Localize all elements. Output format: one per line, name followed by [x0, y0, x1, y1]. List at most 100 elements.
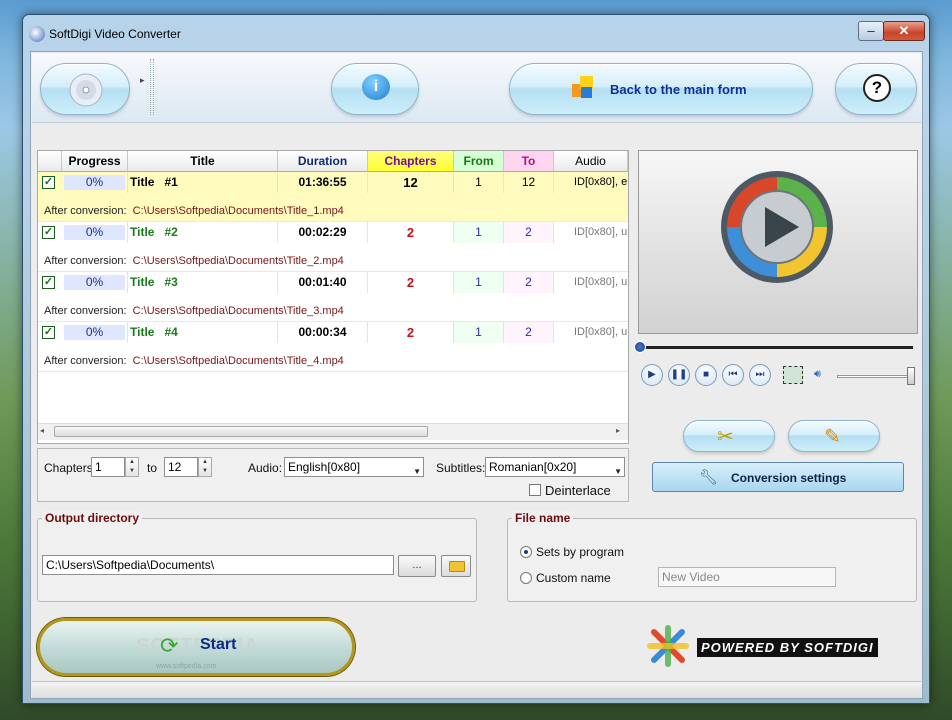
open-folder-button[interactable]	[441, 555, 471, 577]
output-directory-title: Output directory	[42, 511, 143, 525]
table-row[interactable]: ✓ 0% Title #3 00:01:40 2 1 2 ID[0x80], u…	[38, 272, 628, 322]
table-row[interactable]: ✓ 0% Title #4 00:00:34 2 1 2 ID[0x80], u…	[38, 322, 628, 372]
custom-name-input[interactable]: New Video	[658, 567, 836, 587]
row-checkbox[interactable]: ✓	[42, 276, 55, 289]
header-audio[interactable]: Audio	[554, 151, 628, 172]
row-checkbox[interactable]: ✓	[42, 226, 55, 239]
pause-icon[interactable]: ❚❚	[668, 364, 690, 386]
back-to-main-button[interactable]: Back to the main form	[509, 63, 813, 115]
watermark-url: www.softpedia.com	[156, 663, 217, 670]
row-progress: 0%	[62, 272, 128, 293]
row-duration: 00:00:34	[278, 322, 368, 343]
scroll-thumb[interactable]	[54, 426, 428, 437]
row-output-path: After conversion: C:\Users\Softpedia\Doc…	[44, 255, 344, 267]
audio-select[interactable]: English[0x80] ▼	[284, 457, 424, 477]
folder-icon	[449, 561, 465, 572]
start-label: Start	[200, 636, 237, 653]
seek-handle[interactable]	[634, 341, 646, 353]
watermark-text: SOFTPEDIA	[136, 635, 260, 657]
chapter-to-input[interactable]: 12	[164, 457, 198, 477]
volume-icon[interactable]: 🔊︎	[814, 368, 821, 381]
header-progress[interactable]: Progress	[62, 151, 128, 172]
scroll-left-icon[interactable]: ◂	[40, 426, 44, 435]
radio-custom-name[interactable]	[520, 572, 532, 584]
close-button[interactable]: ✕	[883, 21, 925, 41]
row-title: Title #3	[128, 272, 278, 293]
status-bar	[32, 681, 921, 698]
row-to[interactable]: 2	[504, 222, 554, 243]
dropdown-arrow-icon[interactable]: ▸	[140, 75, 145, 86]
row-chapters: 2	[368, 322, 454, 343]
dvd-source-button[interactable]	[40, 63, 130, 115]
browse-button[interactable]: ...	[398, 555, 436, 577]
header-from[interactable]: From	[454, 151, 504, 172]
play-logo-icon	[721, 171, 833, 283]
row-duration: 01:36:55	[278, 172, 368, 193]
edit-button[interactable]: ✎	[788, 420, 880, 452]
chapter-from-stepper[interactable]: ▲ ▼	[125, 457, 139, 477]
output-path-input[interactable]: C:\Users\Softpedia\Documents\	[42, 555, 394, 575]
row-from[interactable]: 1	[454, 222, 504, 243]
header-check	[38, 151, 62, 172]
header-title[interactable]: Title	[128, 151, 278, 172]
row-chapters: 2	[368, 272, 454, 293]
previous-icon[interactable]: ⏮	[722, 364, 744, 386]
row-from[interactable]: 1	[454, 272, 504, 293]
next-icon[interactable]: ⏭	[749, 364, 771, 386]
radio-sets-by-program[interactable]	[520, 546, 532, 558]
header-to[interactable]: To	[504, 151, 554, 172]
row-title: Title #1	[128, 172, 278, 193]
start-button[interactable]: SOFTPEDIA www.softpedia.com ⟳ Start	[37, 618, 355, 676]
toolbar: ▸ i Back to the main form ?	[32, 53, 921, 123]
deinterlace-checkbox[interactable]	[529, 484, 541, 496]
volume-slider[interactable]	[837, 375, 913, 378]
table-row[interactable]: ✓ 0% Title #1 01:36:55 12 1 12 ID[0x80],…	[38, 172, 628, 222]
scissors-icon: ✂	[717, 426, 734, 448]
row-title: Title #4	[128, 322, 278, 343]
row-audio: ID[0x80], u	[574, 276, 628, 288]
row-chapters: 2	[368, 222, 454, 243]
header-chapters[interactable]: Chapters	[368, 151, 454, 172]
cut-button[interactable]: ✂	[683, 420, 775, 452]
chapter-from-input[interactable]: 1	[91, 457, 125, 477]
pencil-icon: ✎	[824, 426, 841, 448]
row-to[interactable]: 2	[504, 272, 554, 293]
deinterlace-label: Deinterlace	[545, 483, 611, 498]
stop-icon[interactable]: ■	[695, 364, 717, 386]
minimize-button[interactable]: –	[858, 21, 884, 41]
row-progress: 0%	[62, 222, 128, 243]
subtitles-select[interactable]: Romanian[0x20] ▼	[485, 457, 625, 477]
conversion-settings-button[interactable]: 🔧︎ Conversion settings	[652, 462, 904, 492]
row-progress: 0%	[62, 322, 128, 343]
chevron-down-icon: ▼	[614, 467, 622, 476]
toolbar-separator	[150, 59, 154, 115]
to-label: to	[147, 461, 158, 475]
row-progress: 0%	[62, 172, 128, 193]
help-button[interactable]: ?	[835, 63, 917, 115]
chapters-label: Chapters	[44, 461, 93, 475]
row-checkbox[interactable]: ✓	[42, 176, 55, 189]
row-audio: ID[0x80], u	[574, 226, 628, 238]
play-icon[interactable]: ▶	[641, 364, 663, 386]
header-duration[interactable]: Duration	[278, 151, 368, 172]
info-button[interactable]: i	[331, 63, 419, 115]
table-row[interactable]: ✓ 0% Title #2 00:02:29 2 1 2 ID[0x80], u…	[38, 222, 628, 272]
chapter-to-stepper[interactable]: ▲ ▼	[198, 457, 212, 477]
disc-icon	[69, 73, 103, 107]
row-from[interactable]: 1	[454, 322, 504, 343]
scroll-right-icon[interactable]: ▸	[616, 426, 620, 435]
horizontal-scrollbar[interactable]: ◂ ▸	[38, 423, 628, 440]
row-from[interactable]: 1	[454, 172, 504, 193]
row-output-path: After conversion: C:\Users\Softpedia\Doc…	[44, 205, 344, 217]
row-to[interactable]: 2	[504, 322, 554, 343]
volume-handle[interactable]	[907, 367, 915, 385]
row-checkbox[interactable]: ✓	[42, 326, 55, 339]
snapshot-icon[interactable]	[783, 366, 803, 384]
conversion-settings-label: Conversion settings	[731, 471, 847, 485]
title-bar[interactable]: SoftDigi Video Converter – □ ✕	[23, 15, 929, 45]
audio-label: Audio:	[248, 461, 283, 475]
custom-name-label: Custom name	[536, 571, 611, 585]
seek-bar[interactable]	[639, 346, 913, 349]
softdigi-logo	[646, 624, 690, 668]
row-to[interactable]: 12	[504, 172, 554, 193]
